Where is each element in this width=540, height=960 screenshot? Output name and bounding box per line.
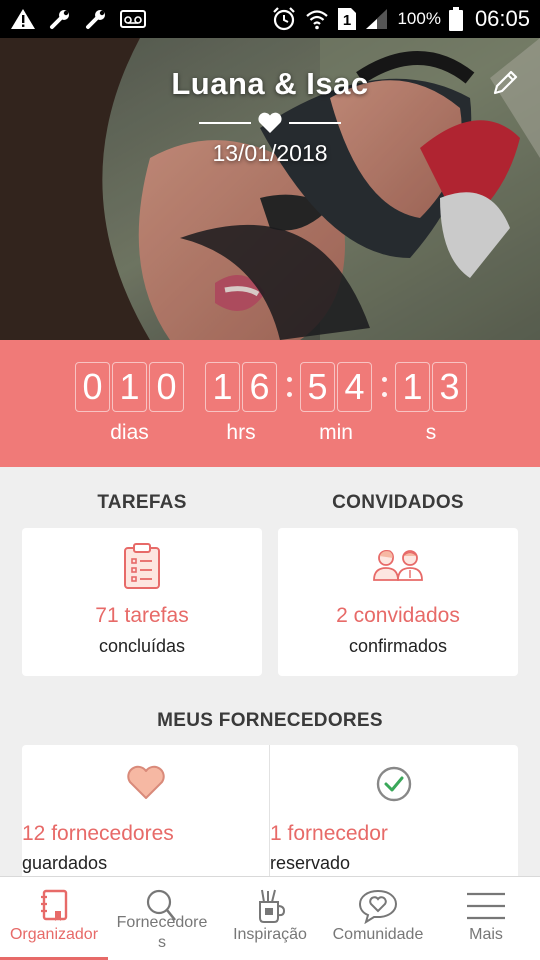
notebook-icon: [39, 887, 69, 925]
countdown-label-hours: hrs: [226, 421, 256, 444]
heart-divider: [0, 112, 540, 134]
booked-vendors-status: reservado: [270, 853, 351, 873]
couple-photo-header: Luana & Isac 13/01/2018: [0, 38, 540, 340]
tasks-count: 71 tarefas: [95, 604, 189, 627]
alarm-icon: [271, 6, 297, 32]
sim-slot-number: 1: [343, 12, 351, 29]
nav-label: Fornecedore s: [116, 914, 208, 951]
wrench-icon: [84, 7, 108, 31]
nav-tab-mais[interactable]: Mais: [432, 877, 540, 960]
edit-pencil-icon[interactable]: [490, 68, 520, 98]
vendors-card: 12 fornecedores guardados 1 fornecedor r…: [22, 745, 518, 885]
booked-vendors-cell[interactable]: 1 fornecedor reservado: [270, 745, 518, 885]
chat-heart-icon: [358, 887, 398, 925]
countdown-digit: 1: [395, 362, 430, 412]
hero-text: Luana & Isac 13/01/2018: [0, 66, 540, 167]
countdown-seconds: 1 3 s: [395, 362, 467, 445]
countdown-digit: 0: [75, 362, 110, 412]
voicemail-icon: [120, 10, 146, 28]
saved-vendors-cell[interactable]: 12 fornecedores guardados: [22, 745, 270, 885]
nav-tab-inspiracao[interactable]: Inspiração: [216, 877, 324, 960]
countdown-minutes: 5 4 min: [300, 362, 372, 445]
countdown-digit: 4: [337, 362, 372, 412]
countdown-label-days: dias: [110, 421, 149, 444]
clock-time: 06:05: [474, 6, 530, 31]
vendors-section-title: MEUS FORNECEDORES: [157, 710, 383, 731]
countdown-days: 0 1 0 dias: [75, 362, 184, 445]
nav-tab-comunidade[interactable]: Comunidade: [324, 877, 432, 960]
signal-icon: [365, 8, 389, 30]
tasks-card[interactable]: 71 tarefas concluídas: [22, 528, 262, 676]
countdown-digit: 5: [300, 362, 335, 412]
countdown-label-seconds: s: [425, 421, 437, 444]
countdown-digit: 0: [149, 362, 184, 412]
wifi-icon: [305, 7, 329, 31]
saved-vendors-count: 12 fornecedores: [22, 822, 174, 845]
tasks-status: concluídas: [98, 636, 186, 656]
guests-section-title: CONVIDADOS: [332, 492, 464, 513]
status-bar: 1 100% 06:05: [0, 0, 540, 38]
countdown-digit: 6: [242, 362, 277, 412]
nav-label: Comunidade: [332, 926, 424, 943]
booked-vendors-count: 1 fornecedor: [270, 822, 388, 845]
wedding-date: 13/01/2018: [212, 140, 328, 166]
sim-icon: 1: [337, 7, 357, 31]
menu-icon: [466, 887, 506, 925]
nav-tab-fornecedores[interactable]: Fornecedore s: [108, 877, 216, 960]
nav-label: Mais: [469, 926, 503, 943]
countdown-digit: 1: [112, 362, 147, 412]
battery-icon: [448, 7, 463, 31]
clipboard-checklist-icon: [22, 542, 262, 590]
guests-status: confirmados: [348, 636, 448, 656]
tasks-section-title: TAREFAS: [97, 492, 187, 513]
warning-icon: [10, 8, 36, 30]
guests-count: 2 convidados: [336, 604, 460, 627]
countdown-digit: 1: [205, 362, 240, 412]
nav-label: Inspiração: [233, 926, 307, 943]
heart-icon: [22, 765, 270, 801]
nav-label: Organizador: [9, 926, 99, 943]
countdown-panel: 0 1 0 dias 1 6 hrs 5 4 min 1 3 s: [0, 340, 540, 467]
countdown-separator: [284, 362, 294, 412]
divider-line: [289, 122, 341, 124]
inspiration-cup-icon: [254, 887, 286, 925]
heart-icon: [257, 112, 283, 134]
wrench-icon: [48, 7, 72, 31]
divider-line: [199, 122, 251, 124]
guests-people-icon: [278, 546, 518, 584]
nav-tab-organizador[interactable]: Organizador: [0, 877, 108, 960]
bottom-navigation: Organizador Fornecedore s Inspiração Com…: [0, 876, 540, 960]
countdown-hours: 1 6 hrs: [205, 362, 277, 445]
couple-names: Luana & Isac: [171, 66, 369, 101]
countdown-digit: 3: [432, 362, 467, 412]
battery-percent: 100%: [397, 9, 441, 28]
status-bar-left: [10, 7, 146, 31]
status-bar-right: 1 100% 06:05: [271, 6, 530, 32]
app-root: 1 100% 06:05 Luana & Isac 13/01/2018 0 1…: [0, 0, 540, 960]
countdown-label-minutes: min: [319, 421, 353, 444]
check-circle-icon: [270, 765, 518, 803]
guests-card[interactable]: 2 convidados confirmados: [278, 528, 518, 676]
saved-vendors-status: guardados: [22, 853, 108, 873]
countdown-separator: [379, 362, 389, 412]
